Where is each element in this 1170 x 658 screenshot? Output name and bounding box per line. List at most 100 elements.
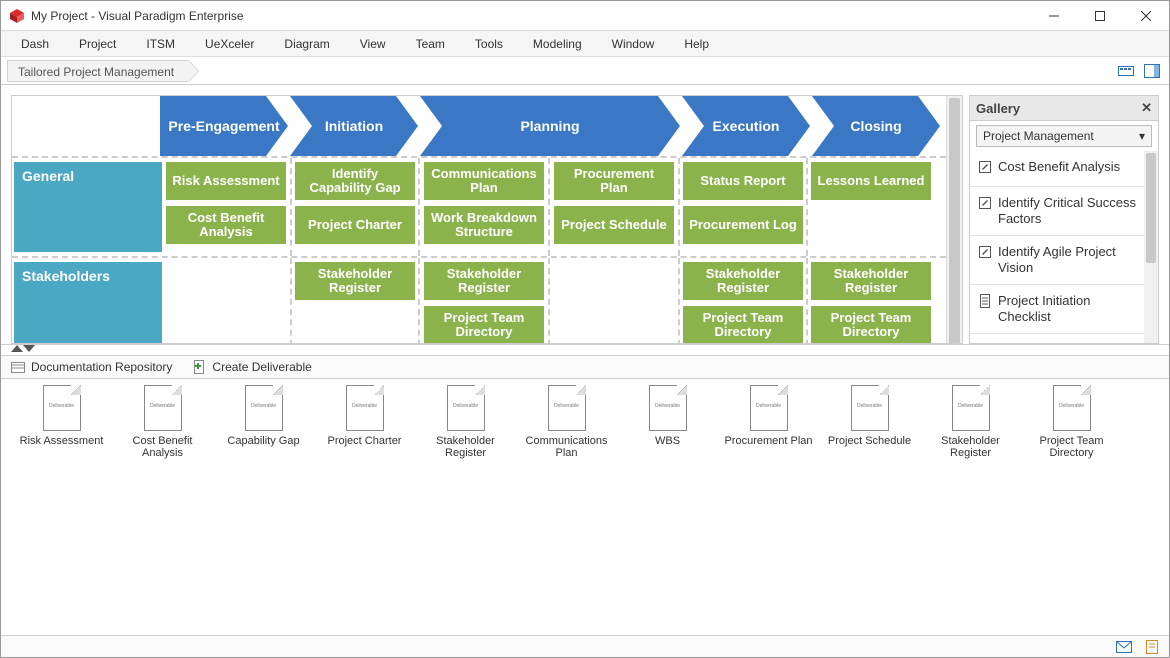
gallery-item-label: Cost Benefit Analysis [998, 159, 1120, 175]
deliverable-item[interactable]: DeliverableRisk Assessment [11, 385, 112, 447]
card-communications-plan[interactable]: Communications Plan [424, 162, 544, 200]
doc-toolbar: Documentation Repository Create Delivera… [1, 355, 1169, 379]
card-stakeholder-register[interactable]: Stakeholder Register [424, 262, 544, 300]
deliverable-label: Project Team Directory [1021, 435, 1122, 459]
cell: Stakeholder Register Project Team Directo… [418, 258, 548, 343]
menu-uexceler[interactable]: UeXceler [191, 34, 268, 54]
panel-toggle-icon[interactable] [1141, 60, 1163, 82]
deliverable-thumbnail-icon: Deliverable [952, 385, 990, 431]
card-stakeholder-register[interactable]: Stakeholder Register [683, 262, 803, 300]
gallery-item-label: Project Initiation Checklist [998, 293, 1136, 325]
main-area: Pre-Engagement InitiationPlanningExecutio… [1, 85, 1169, 345]
titlebar: My Project - Visual Paradigm Enterprise [1, 1, 1169, 31]
card-project-schedule[interactable]: Project Schedule [554, 206, 674, 244]
deliverable-thumbnail-icon: Deliverable [245, 385, 283, 431]
card-project-team-directory[interactable]: Project Team Directory [424, 306, 544, 343]
cell: Communications Plan Work Breakdown Struct… [418, 158, 548, 256]
card-lessons-learned[interactable]: Lessons Learned [811, 162, 931, 200]
phase-closing[interactable]: Closing [812, 96, 940, 156]
card-status-report[interactable]: Status Report [683, 162, 803, 200]
menu-project[interactable]: Project [65, 34, 130, 54]
deliverable-item[interactable]: DeliverableProject Charter [314, 385, 415, 447]
menu-diagram[interactable]: Diagram [270, 34, 343, 54]
menu-tools[interactable]: Tools [461, 34, 517, 54]
phase-planning[interactable]: Planning [420, 96, 680, 156]
gallery-close-icon[interactable]: ✕ [1141, 100, 1152, 116]
row-label-stakeholders[interactable]: Stakeholders [14, 262, 162, 343]
gallery-category-select[interactable]: Project Management ▾ [976, 125, 1152, 147]
card-project-team-directory[interactable]: Project Team Directory [811, 306, 931, 343]
window-minimize-button[interactable] [1031, 1, 1077, 31]
menu-view[interactable]: View [346, 34, 400, 54]
cell [548, 258, 678, 343]
deliverable-label: Stakeholder Register [415, 435, 516, 459]
deliverable-item[interactable]: DeliverableProject Team Directory [1021, 385, 1122, 459]
documentation-repository-button[interactable]: Documentation Repository [11, 360, 172, 374]
deliverable-item[interactable]: Deliverable Project Schedule [819, 385, 920, 447]
deliverable-label: Stakeholder Register [920, 435, 1021, 459]
menu-help[interactable]: Help [670, 34, 723, 54]
gallery-item-label: Identify Agile Project Vision [998, 244, 1136, 276]
phase-execution[interactable]: Execution [682, 96, 810, 156]
menu-team[interactable]: Team [402, 34, 459, 54]
deliverable-item[interactable]: DeliverableCost Benefit Analysis [112, 385, 213, 459]
app-window: My Project - Visual Paradigm Enterprise … [0, 0, 1170, 658]
deliverable-item[interactable]: Deliverable Stakeholder Register [920, 385, 1021, 459]
menu-dash[interactable]: Dash [7, 34, 63, 54]
row-label-general[interactable]: General [14, 162, 162, 252]
mail-icon[interactable] [1115, 638, 1133, 656]
card-procurement-plan[interactable]: Procurement Plan [554, 162, 674, 200]
menu-modeling[interactable]: Modeling [519, 34, 596, 54]
create-deliverable-button[interactable]: Create Deliverable [192, 360, 311, 374]
panel-collapse-handle[interactable] [1, 345, 1169, 355]
window-maximize-button[interactable] [1077, 1, 1123, 31]
card-risk-assessment[interactable]: Risk Assessment [166, 162, 286, 200]
gallery-item[interactable]: Identify Agile Project Vision [970, 236, 1144, 285]
menu-itsm[interactable]: ITSM [132, 34, 189, 54]
window-title: My Project - Visual Paradigm Enterprise [31, 9, 1031, 23]
phase-label: Pre-Engagement [162, 119, 285, 134]
canvas-scrollbar[interactable] [946, 96, 962, 343]
deliverable-repository: DeliverableRisk AssessmentDeliverableCos… [1, 379, 1169, 636]
cell: Identify Capability Gap Project Charter [290, 158, 418, 256]
breadcrumb-item[interactable]: Tailored Project Management [7, 60, 188, 82]
deliverable-thumbnail-icon: Deliverable [851, 385, 889, 431]
gallery-item[interactable]: Project Planning Checklist [970, 334, 1144, 343]
cell: Risk Assessment Cost Benefit Analysis [162, 158, 290, 256]
breadcrumb-bar: Tailored Project Management [1, 57, 1169, 85]
card-identify-capability-gap[interactable]: Identify Capability Gap [295, 162, 415, 200]
menu-window[interactable]: Window [598, 34, 669, 54]
phase-initiation[interactable]: Initiation [290, 96, 418, 156]
deliverable-label: WBS [655, 435, 680, 447]
deliverable-label: Project Schedule [828, 435, 911, 447]
deliverable-item[interactable]: Deliverable Capability Gap [213, 385, 314, 447]
chevron-down-icon: ▾ [1139, 129, 1145, 143]
gallery-item[interactable]: Identify Critical Success Factors [970, 187, 1144, 236]
deliverable-label: Capability Gap [227, 435, 299, 447]
cell: Lessons Learned [806, 158, 934, 256]
card-procurement-log[interactable]: Procurement Log [683, 206, 803, 244]
deliverable-item[interactable]: DeliverableWBS [617, 385, 718, 447]
card-stakeholder-register[interactable]: Stakeholder Register [295, 262, 415, 300]
card-project-charter[interactable]: Project Charter [295, 206, 415, 244]
note-icon[interactable] [1143, 638, 1161, 656]
card-cost-benefit-analysis[interactable]: Cost Benefit Analysis [166, 206, 286, 244]
deliverable-label: Communications Plan [516, 435, 617, 459]
card-project-team-directory[interactable]: Project Team Directory [683, 306, 803, 343]
gallery-item[interactable]: Project Initiation Checklist [970, 285, 1144, 334]
documentation-repository-label: Documentation Repository [31, 360, 172, 374]
card-work-breakdown-structure[interactable]: Work Breakdown Structure [424, 206, 544, 244]
switch-view-icon[interactable] [1115, 60, 1137, 82]
gallery-scrollbar[interactable] [1144, 151, 1158, 343]
deliverable-item[interactable]: DeliverableStakeholder Register [415, 385, 516, 459]
edit-icon [978, 244, 992, 263]
gallery-item[interactable]: Cost Benefit Analysis [970, 151, 1144, 187]
deliverable-item[interactable]: DeliverableCommunications Plan [516, 385, 617, 459]
card-stakeholder-register[interactable]: Stakeholder Register [811, 262, 931, 300]
cell: Status Report Procurement Log [678, 158, 806, 256]
process-canvas[interactable]: Pre-Engagement InitiationPlanningExecutio… [12, 96, 946, 343]
window-close-button[interactable] [1123, 1, 1169, 31]
cell [162, 258, 290, 343]
phase-pre-engagement[interactable]: Pre-Engagement [160, 96, 288, 156]
deliverable-item[interactable]: DeliverableProcurement Plan [718, 385, 819, 447]
